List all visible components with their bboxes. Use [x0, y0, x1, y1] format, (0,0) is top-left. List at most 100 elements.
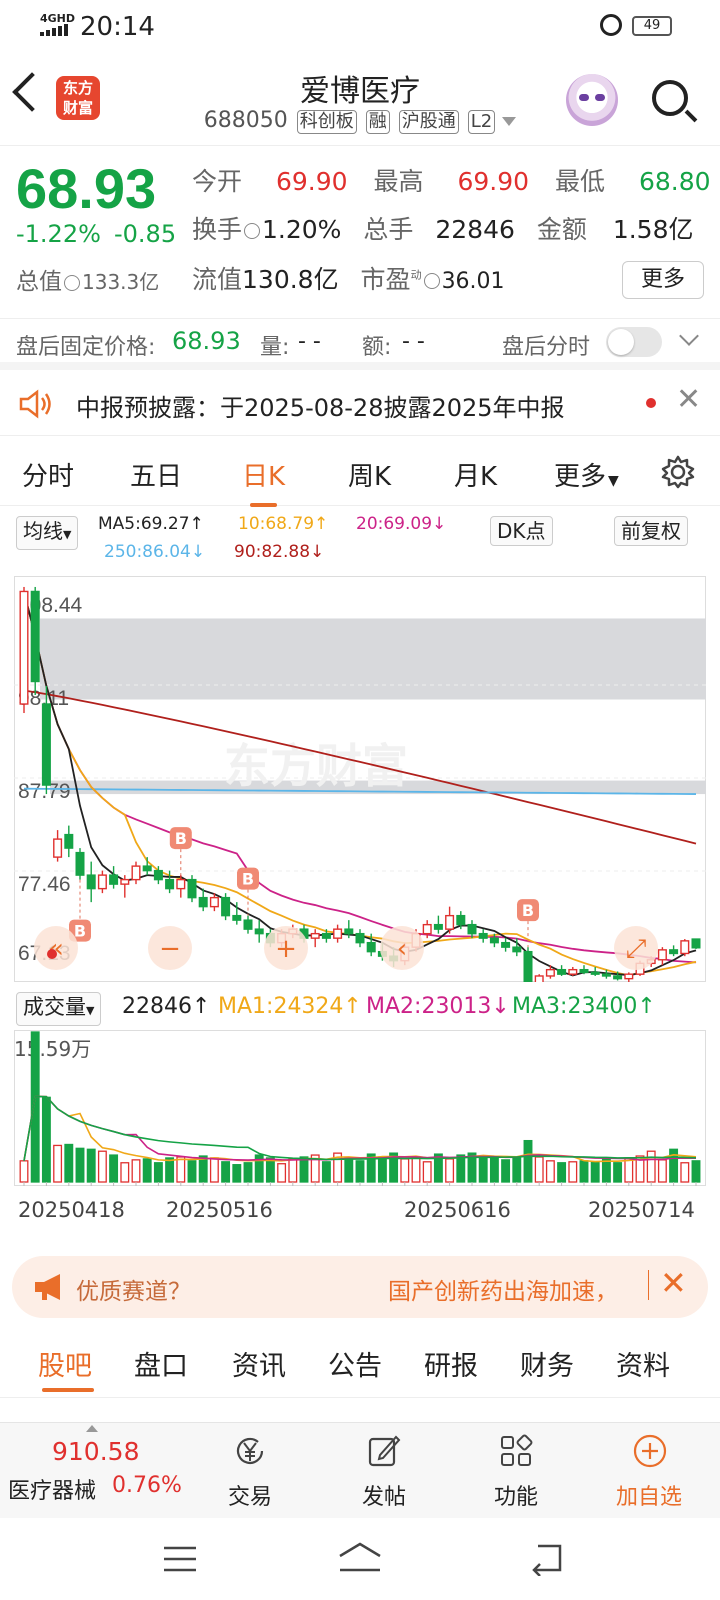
volume-bar: [41, 1096, 51, 1183]
tab-announcements[interactable]: 公告: [328, 1344, 382, 1383]
dk-point-button[interactable]: DK点: [490, 516, 553, 546]
ma-type-select[interactable]: 均线▼: [16, 516, 79, 550]
volume-bar: [613, 1162, 623, 1183]
tab-profile[interactable]: 资料: [616, 1344, 670, 1383]
candle: [669, 949, 679, 955]
tab-daily-k[interactable]: 日K: [242, 456, 285, 507]
close-icon[interactable]: ✕: [676, 382, 701, 417]
menu-icon[interactable]: [162, 1544, 198, 1574]
candle: [523, 950, 533, 982]
date-label: 20250714: [588, 1198, 695, 1222]
assistant-robot-icon[interactable]: [566, 74, 618, 126]
y-tick-label: 77.46: [18, 873, 71, 896]
trade-yen-icon[interactable]: [232, 1433, 268, 1469]
ma20-label: 20:69.09↓: [356, 514, 447, 534]
chart-tabs: 分时 五日 日K 周K 月K 更多 ▼: [0, 440, 720, 507]
volume-bar: [288, 1158, 298, 1183]
search-icon[interactable]: [652, 80, 688, 116]
caret-up-icon[interactable]: [86, 1425, 98, 1432]
candle: [64, 833, 74, 849]
prev-icon-glyph: ‹: [397, 934, 407, 964]
candle: [131, 865, 141, 881]
candle: [176, 878, 186, 890]
volume-bar: [601, 1158, 611, 1183]
trade-label[interactable]: 交易: [228, 1479, 272, 1511]
candle: [512, 946, 522, 953]
volume-bar: [109, 1154, 119, 1183]
volume-bar: [691, 1160, 701, 1183]
volume-value: 22846↑: [122, 994, 211, 1019]
zoom-out-icon[interactable]: −: [148, 926, 192, 970]
edit-post-icon[interactable]: [366, 1433, 402, 1469]
tag-margin: 融: [365, 110, 390, 134]
volume-bar: [523, 1139, 533, 1183]
index-pct[interactable]: 0.76%: [112, 1473, 182, 1498]
volume-bar: [422, 1161, 432, 1183]
volume-bar: [120, 1162, 130, 1183]
indicator-select[interactable]: 成交量▼: [16, 992, 102, 1026]
fullscreen-icon-glyph: ⤢: [626, 934, 647, 964]
function-grid-icon[interactable]: [498, 1433, 534, 1469]
index-value[interactable]: 910.58: [52, 1437, 139, 1466]
notice-bar[interactable]: 中报预披露：于2025-08-28披露2025年中报 ✕: [0, 372, 720, 436]
tab-financials[interactable]: 财务: [520, 1344, 574, 1383]
notice-text: 中报预披露：于2025-08-28披露2025年中报: [76, 394, 565, 422]
volume-bar: [657, 1159, 667, 1183]
home-icon[interactable]: [336, 1540, 384, 1576]
tab-forum[interactable]: 股吧: [38, 1344, 92, 1383]
candle: [97, 874, 107, 890]
adjust-button[interactable]: 前复权: [614, 516, 688, 546]
more-button[interactable]: 更多: [622, 261, 704, 299]
candle: [478, 932, 488, 939]
dropdown-caret-icon[interactable]: [502, 116, 517, 126]
zoom-in-icon[interactable]: +: [264, 926, 308, 970]
fullscreen-icon[interactable]: ⤢: [614, 926, 658, 970]
close-icon[interactable]: ✕: [660, 1264, 687, 1302]
tab-monthly-k[interactable]: 月K: [454, 456, 497, 493]
add-watch-icon[interactable]: [632, 1433, 668, 1469]
candle: [53, 838, 63, 858]
after-hours-toggle[interactable]: [606, 327, 662, 357]
volume-bar: [176, 1156, 186, 1183]
ma10-label: 10:68.79↑: [238, 514, 329, 534]
tab-research[interactable]: 研报: [424, 1344, 478, 1383]
date-axis: 20250418 20250516 20250616 20250714: [0, 1196, 720, 1230]
stock-header: 东方财富 爱博医疗 688050 科创板 融 沪股通 L2: [0, 56, 720, 146]
volume-bar: [142, 1158, 152, 1183]
candle: [534, 975, 544, 982]
ma250-label: 250:86.04↓: [104, 542, 206, 562]
candle: [243, 919, 253, 930]
volume-bar: [97, 1150, 107, 1183]
scroll-left-icon[interactable]: «: [34, 926, 78, 970]
tab-five-day[interactable]: 五日: [130, 456, 182, 493]
settings-gear-icon[interactable]: [660, 454, 696, 490]
tab-intraday[interactable]: 分时: [22, 456, 74, 493]
alarm-icon: [600, 14, 622, 36]
tab-weekly-k[interactable]: 周K: [348, 456, 391, 493]
index-name[interactable]: 医疗器械: [8, 1473, 96, 1505]
prev-icon[interactable]: ‹: [380, 926, 424, 970]
date-label: 20250418: [18, 1198, 125, 1222]
vol-ma3: MA3:23400↑: [512, 994, 656, 1019]
add-watch-label[interactable]: 加自选: [616, 1479, 682, 1511]
back-nav-icon[interactable]: [530, 1540, 566, 1576]
post-label[interactable]: 发帖: [362, 1479, 406, 1511]
candlestick-chart[interactable]: 108.4498.1187.7977.4667.13东方财富BBBB«−+‹⤢: [14, 576, 706, 982]
bottom-action-bar: 910.58 医疗器械 0.76% 交易 发帖 功能 加自选: [0, 1422, 720, 1518]
tab-orderbook[interactable]: 盘口: [134, 1344, 188, 1383]
candle: [120, 878, 130, 885]
function-label[interactable]: 功能: [494, 1479, 538, 1511]
tab-news[interactable]: 资讯: [232, 1344, 286, 1383]
quote-panel: 68.93 -1.22% -0.85 总值 133.3亿 今开 69.90 最高 …: [0, 146, 720, 316]
chevron-down-icon[interactable]: [679, 326, 699, 346]
volume-bar: [277, 1163, 287, 1183]
promo-banner[interactable]: 优质赛道？ 国产创新药出海加速， ✕: [12, 1256, 708, 1318]
volume-bar: [131, 1159, 141, 1183]
volume-chart[interactable]: 15.59万: [14, 1030, 706, 1186]
banner-left-text: 优质赛道？: [76, 1279, 191, 1305]
tab-more[interactable]: 更多 ▼: [554, 456, 619, 493]
volume-bar: [30, 1031, 40, 1183]
volume-bar: [153, 1162, 163, 1183]
volume-bar: [377, 1156, 387, 1183]
volume-bar: [512, 1156, 522, 1183]
